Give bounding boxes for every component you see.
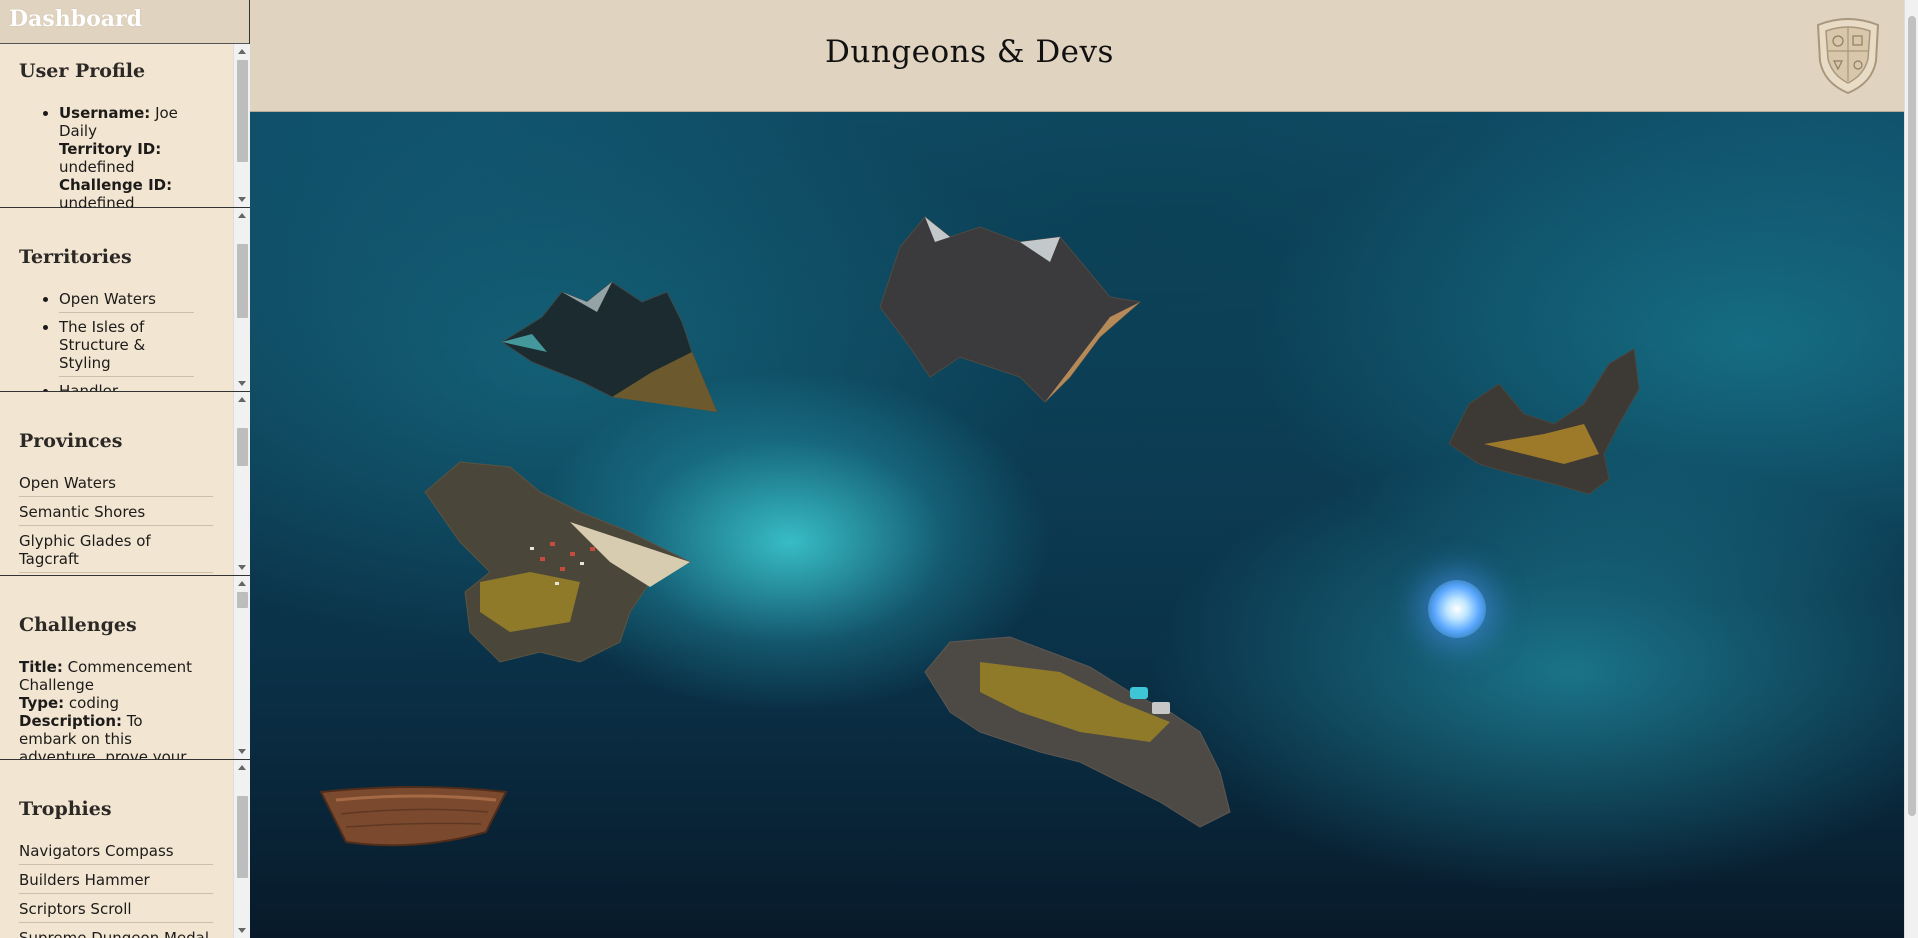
territory-id-label: Territory ID:: [59, 140, 162, 158]
trophies-list: Navigators Compass Builders Hammer Scrip…: [19, 842, 213, 938]
challenge-type-value: coding: [68, 694, 120, 712]
username-label: Username:: [59, 104, 151, 122]
glowing-orb-icon[interactable]: [1428, 580, 1486, 638]
scroll-thumb[interactable]: [237, 244, 248, 318]
island-top-left[interactable]: [492, 272, 722, 422]
challenge-description-label: Description:: [19, 712, 123, 730]
trophy-item[interactable]: Navigators Compass: [19, 842, 213, 865]
page-header: Dungeons & Devs: [250, 0, 1904, 112]
boat-icon[interactable]: [316, 772, 516, 862]
challenge-title-label: Title:: [19, 658, 63, 676]
challenge-details: Title: Commencement Challenge Type: codi…: [19, 658, 194, 759]
scroll-up-icon[interactable]: [238, 49, 246, 54]
challenges-scrollbar[interactable]: [233, 576, 250, 759]
island-left-village[interactable]: [420, 452, 700, 672]
scroll-down-icon[interactable]: [238, 197, 246, 202]
island-bottom-center[interactable]: [920, 632, 1250, 832]
trophy-item[interactable]: Scriptors Scroll: [19, 900, 213, 923]
province-item[interactable]: Glyphic Glades of Tagcraft: [19, 532, 213, 573]
user-profile-scrollbar[interactable]: [233, 44, 250, 207]
territories-heading: Territories: [19, 246, 132, 268]
user-profile-heading: User Profile: [19, 60, 146, 82]
trophy-item[interactable]: Builders Hammer: [19, 871, 213, 894]
challenges-heading: Challenges: [19, 614, 137, 636]
territory-item[interactable]: The Isles of Structure & Styling: [59, 318, 194, 377]
challenge-id-value: undefined: [59, 194, 135, 208]
scroll-up-icon[interactable]: [238, 397, 246, 402]
territory-item[interactable]: Handler Highlands: [59, 382, 194, 391]
scroll-up-icon[interactable]: [238, 581, 246, 586]
territories-panel[interactable]: Territories Open Waters The Isles of Str…: [0, 208, 250, 392]
territory-id-value: undefined: [59, 158, 135, 176]
province-item[interactable]: Open Waters: [19, 474, 213, 497]
page-scrollbar[interactable]: [1904, 0, 1918, 938]
territory-item[interactable]: Open Waters: [59, 290, 194, 313]
scroll-down-icon[interactable]: [238, 928, 246, 933]
island-top-center[interactable]: [870, 207, 1160, 407]
trophies-panel[interactable]: Trophies Navigators Compass Builders Ham…: [0, 760, 250, 938]
province-item[interactable]: Semantic Shores: [19, 503, 213, 526]
island-right[interactable]: [1444, 344, 1644, 504]
trophy-item[interactable]: Supreme Dungeon Medal: [19, 929, 213, 938]
provinces-list: Open Waters Semantic Shores Glyphic Glad…: [19, 474, 213, 573]
scroll-down-icon[interactable]: [238, 565, 246, 570]
scroll-thumb[interactable]: [237, 428, 248, 466]
territories-list: Open Waters The Isles of Structure & Sty…: [59, 290, 194, 391]
provinces-scrollbar[interactable]: [233, 392, 250, 575]
scroll-thumb[interactable]: [237, 796, 248, 878]
challenge-id-label: Challenge ID:: [59, 176, 173, 194]
challenges-panel[interactable]: Challenges Title: Commencement Challenge…: [0, 576, 250, 760]
scroll-down-icon[interactable]: [238, 381, 246, 386]
user-profile-list: Username: Joe Daily Territory ID: undefi…: [59, 104, 194, 208]
territories-scrollbar[interactable]: [233, 208, 250, 391]
page-scroll-thumb[interactable]: [1908, 16, 1916, 816]
trophies-scrollbar[interactable]: [233, 760, 250, 938]
page-title: Dungeons & Devs: [825, 34, 1114, 70]
trophies-heading: Trophies: [19, 798, 112, 820]
dashboard-title: Dashboard: [9, 6, 142, 32]
world-map[interactable]: [250, 112, 1904, 938]
challenge-type-label: Type:: [19, 694, 65, 712]
sidebar: Dashboard User Profile Username: Joe Dai…: [0, 0, 250, 938]
provinces-panel[interactable]: Provinces Open Waters Semantic Shores Gl…: [0, 392, 250, 576]
scroll-thumb[interactable]: [237, 60, 248, 162]
user-profile-panel[interactable]: User Profile Username: Joe Daily Territo…: [0, 44, 250, 208]
sidebar-header: Dashboard: [0, 0, 249, 44]
crest-icon: [1816, 18, 1880, 95]
provinces-heading: Provinces: [19, 430, 123, 452]
scroll-thumb[interactable]: [237, 592, 248, 608]
scroll-up-icon[interactable]: [238, 765, 246, 770]
scroll-down-icon[interactable]: [238, 749, 246, 754]
scroll-up-icon[interactable]: [238, 213, 246, 218]
profile-item: Username: Joe Daily Territory ID: undefi…: [59, 104, 194, 208]
